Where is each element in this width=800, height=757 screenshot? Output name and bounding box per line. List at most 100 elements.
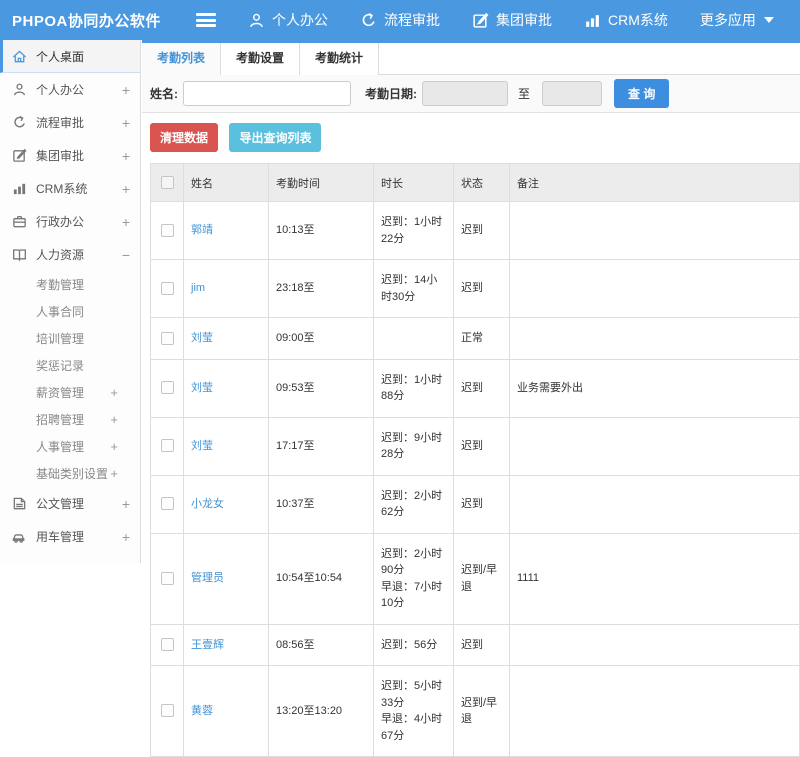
row-checkbox[interactable] bbox=[161, 332, 174, 345]
expand-plus-icon[interactable]: + bbox=[122, 181, 130, 197]
expand-plus-icon[interactable]: + bbox=[122, 82, 130, 98]
nav-label: 流程审批 bbox=[384, 10, 440, 30]
sidebar-subitem-reward-punishment[interactable]: 奖惩记录 bbox=[0, 352, 140, 379]
sidebar-item-label: 用车管理 bbox=[36, 528, 122, 545]
sidebar-item-crm-system[interactable]: CRM系统 + bbox=[0, 172, 140, 205]
remark-text bbox=[510, 260, 800, 318]
name-search-input[interactable] bbox=[183, 81, 351, 106]
sidebar-item-group-approval[interactable]: 集团审批 + bbox=[0, 139, 140, 172]
expand-plus-icon[interactable]: + bbox=[122, 529, 130, 545]
nav-item-group-approval[interactable]: 集团审批 bbox=[472, 10, 552, 30]
duration-cell: 迟到：9小时28分 bbox=[374, 417, 454, 475]
sidebar-subitem-recruitment-management[interactable]: 招聘管理 + bbox=[0, 406, 140, 433]
sidebar-item-human-resources[interactable]: 人力资源 − bbox=[0, 238, 140, 271]
name-link[interactable]: 王壹辉 bbox=[191, 639, 224, 651]
duration-cell: 迟到：5小时33分早退：4小时67分 bbox=[374, 666, 454, 757]
status-text: 迟到 bbox=[454, 359, 510, 417]
name-link[interactable]: 黄蓉 bbox=[191, 705, 213, 717]
sidebar-subitem-personnel-management[interactable]: 人事管理 + bbox=[0, 433, 140, 460]
row-checkbox[interactable] bbox=[161, 224, 174, 237]
edit-icon bbox=[472, 12, 489, 29]
duration-cell bbox=[374, 318, 454, 360]
status-text: 迟到 bbox=[454, 417, 510, 475]
attendance-time: 10:54至10:54 bbox=[269, 533, 374, 624]
tab-attendance-statistics[interactable]: 考勤统计 bbox=[300, 43, 379, 75]
row-checkbox[interactable] bbox=[161, 439, 174, 452]
name-link[interactable]: 刘莹 bbox=[191, 332, 213, 344]
sidebar-subitem-hr-contract[interactable]: 人事合同 bbox=[0, 298, 140, 325]
caret-down-icon bbox=[764, 17, 774, 23]
collapse-minus-icon[interactable]: − bbox=[122, 247, 130, 263]
sidebar-item-workflow-approval[interactable]: 流程审批 + bbox=[0, 106, 140, 139]
duration-line: 迟到：14小时30分 bbox=[381, 272, 446, 305]
sidebar-subitem-base-category-settings[interactable]: 基础类别设置 + bbox=[0, 460, 140, 487]
nav-item-crm-system[interactable]: CRM系统 bbox=[584, 10, 668, 30]
table-row: 管理员10:54至10:54迟到：2小时90分早退：7小时10分迟到/早退111… bbox=[151, 533, 800, 624]
date-to-label: 至 bbox=[518, 85, 530, 102]
main-content: 考勤列表 考勤设置 考勤统计 姓名: 考勤日期: 至 查 询 清理数据 导出查询… bbox=[142, 40, 800, 563]
tab-bar: 考勤列表 考勤设置 考勤统计 bbox=[142, 40, 800, 75]
briefcase-icon bbox=[12, 214, 27, 229]
row-checkbox[interactable] bbox=[161, 572, 174, 585]
expand-plus-icon[interactable]: + bbox=[122, 496, 130, 512]
attendance-table-body: 郭靖10:13至迟到：1小时22分迟到jim23:18至迟到：14小时30分迟到… bbox=[151, 202, 800, 757]
name-link[interactable]: jim bbox=[191, 282, 205, 294]
column-header-status: 状态 bbox=[454, 164, 510, 202]
expand-plus-icon[interactable]: + bbox=[110, 412, 118, 427]
export-query-list-button[interactable]: 导出查询列表 bbox=[229, 123, 321, 152]
expand-plus-icon[interactable]: + bbox=[110, 385, 118, 400]
sidebar-subitem-training-management[interactable]: 培训管理 bbox=[0, 325, 140, 352]
date-from-input[interactable] bbox=[422, 81, 508, 106]
sidebar-item-document-management[interactable]: 公文管理 + bbox=[0, 487, 140, 520]
name-link[interactable]: 刘莹 bbox=[191, 382, 213, 394]
clean-data-button[interactable]: 清理数据 bbox=[150, 123, 218, 152]
sidebar-item-personal-office[interactable]: 个人办公 + bbox=[0, 73, 140, 106]
status-text: 迟到/早退 bbox=[454, 533, 510, 624]
document-icon bbox=[12, 496, 27, 511]
nav-item-more-apps[interactable]: 更多应用 bbox=[700, 10, 774, 30]
attendance-date-label: 考勤日期: bbox=[365, 85, 417, 102]
expand-plus-icon[interactable]: + bbox=[122, 214, 130, 230]
date-to-input[interactable] bbox=[542, 81, 602, 106]
table-row: 刘莹17:17至迟到：9小时28分迟到 bbox=[151, 417, 800, 475]
table-row: 刘莹09:00至正常 bbox=[151, 318, 800, 360]
expand-plus-icon[interactable]: + bbox=[110, 466, 118, 481]
name-link[interactable]: 管理员 bbox=[191, 572, 224, 584]
status-text: 迟到 bbox=[454, 475, 510, 533]
name-link[interactable]: 刘莹 bbox=[191, 440, 213, 452]
tab-attendance-settings[interactable]: 考勤设置 bbox=[221, 43, 300, 75]
row-checkbox[interactable] bbox=[161, 381, 174, 394]
duration-cell: 迟到：14小时30分 bbox=[374, 260, 454, 318]
sidebar-item-personal-desktop[interactable]: 个人桌面 bbox=[0, 40, 140, 73]
query-button[interactable]: 查 询 bbox=[614, 79, 669, 108]
expand-plus-icon[interactable]: + bbox=[122, 148, 130, 164]
duration-cell: 迟到：2小时90分早退：7小时10分 bbox=[374, 533, 454, 624]
name-link[interactable]: 小龙女 bbox=[191, 498, 224, 510]
nav-item-personal-office[interactable]: 个人办公 bbox=[248, 10, 328, 30]
sidebar-item-admin-office[interactable]: 行政办公 + bbox=[0, 205, 140, 238]
row-checkbox[interactable] bbox=[161, 497, 174, 510]
table-row: 黄蓉13:20至13:20迟到：5小时33分早退：4小时67分迟到/早退 bbox=[151, 666, 800, 757]
duration-line: 迟到：1小时88分 bbox=[381, 372, 446, 405]
sidebar-subitem-salary-management[interactable]: 薪资管理 + bbox=[0, 379, 140, 406]
remark-text bbox=[510, 666, 800, 757]
row-checkbox[interactable] bbox=[161, 638, 174, 651]
remark-text bbox=[510, 624, 800, 666]
nav-item-workflow-approval[interactable]: 流程审批 bbox=[360, 10, 440, 30]
tab-attendance-list[interactable]: 考勤列表 bbox=[142, 43, 221, 75]
nav-label: 更多应用 bbox=[700, 10, 756, 30]
row-checkbox[interactable] bbox=[161, 282, 174, 295]
sidebar-item-vehicle-management[interactable]: 用车管理 + bbox=[0, 520, 140, 553]
duration-line: 迟到：2小时62分 bbox=[381, 488, 446, 521]
car-icon bbox=[12, 529, 27, 544]
select-all-checkbox[interactable] bbox=[161, 176, 174, 189]
name-link[interactable]: 郭靖 bbox=[191, 224, 213, 236]
sidebar-subitem-attendance-management[interactable]: 考勤管理 bbox=[0, 271, 140, 298]
duration-line: 迟到：2小时90分 bbox=[381, 546, 446, 579]
expand-plus-icon[interactable]: + bbox=[122, 115, 130, 131]
sidebar-item-label: 人力资源 bbox=[36, 246, 122, 263]
hamburger-menu-icon[interactable] bbox=[196, 13, 216, 27]
sidebar-item-label: 个人办公 bbox=[36, 81, 122, 98]
row-checkbox[interactable] bbox=[161, 704, 174, 717]
expand-plus-icon[interactable]: + bbox=[110, 439, 118, 454]
